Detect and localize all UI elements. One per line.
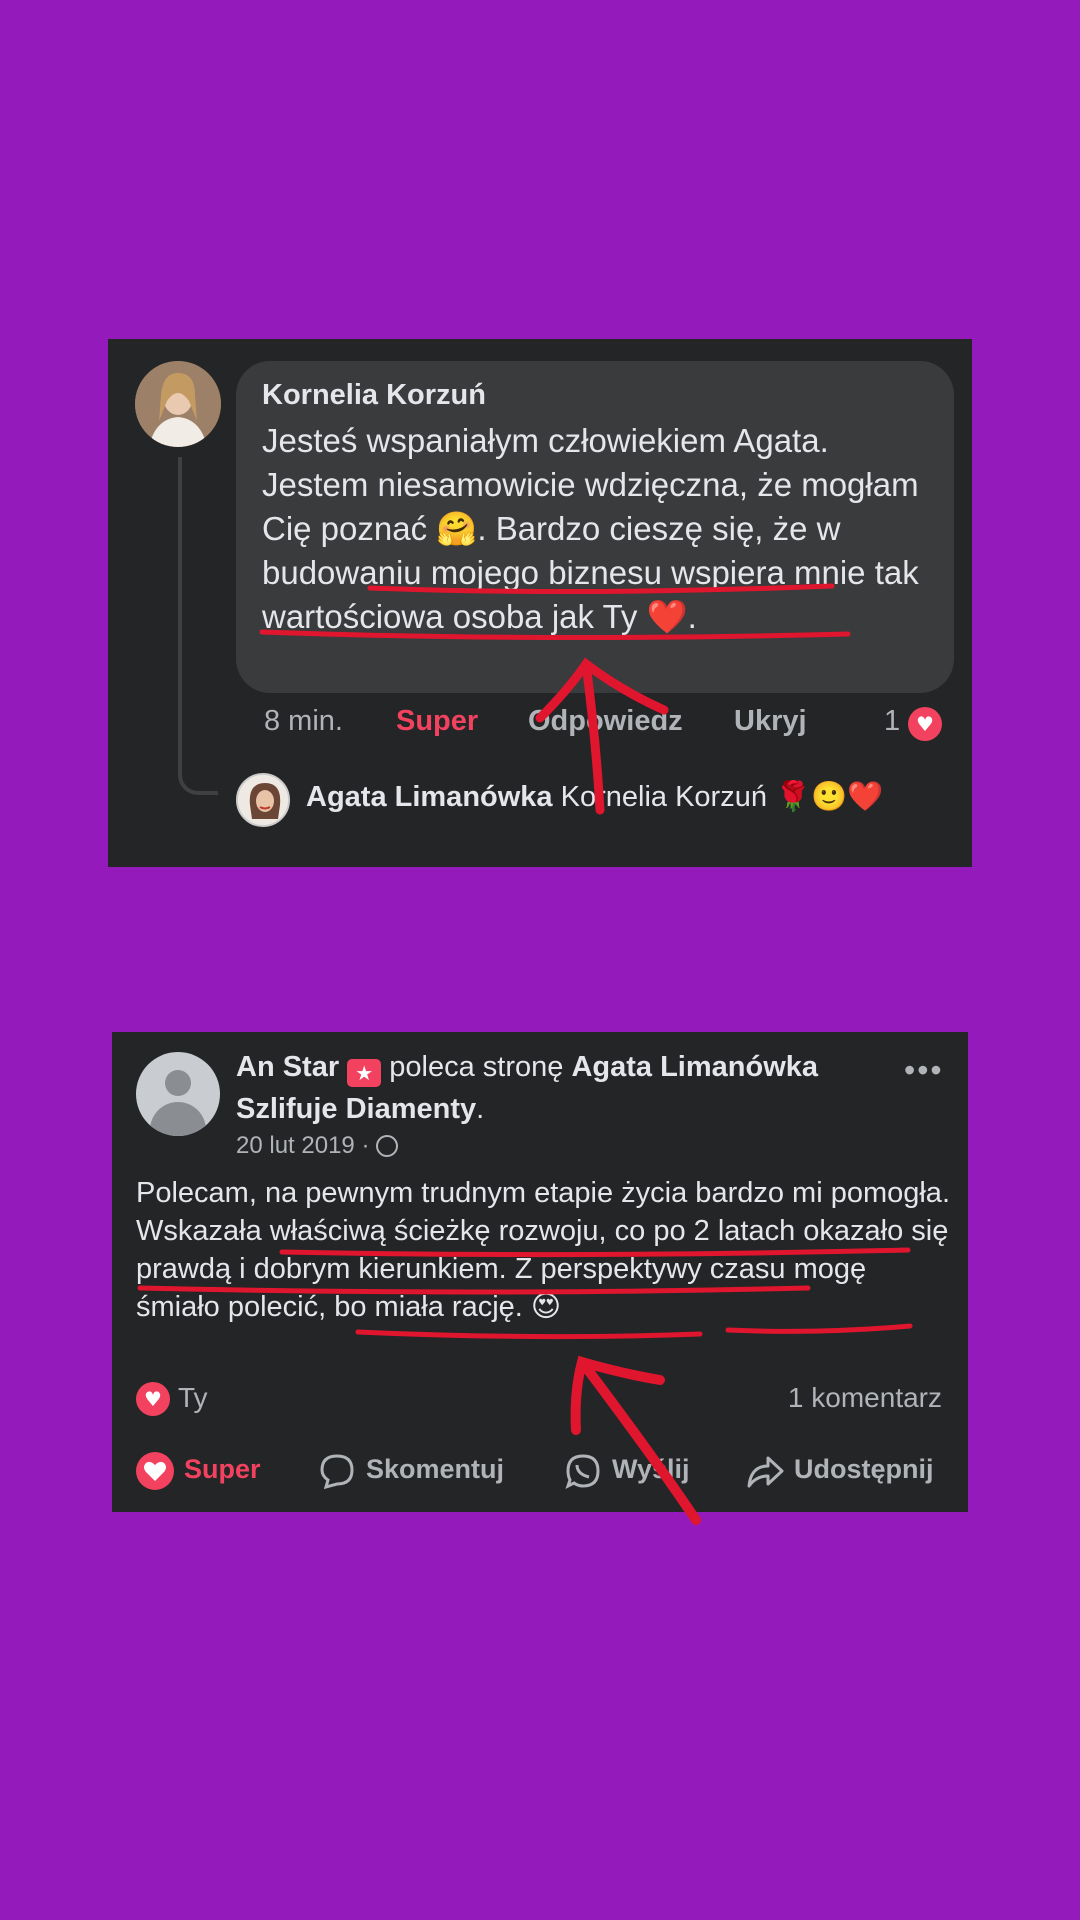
post-author-avatar[interactable] <box>136 1052 220 1136</box>
comment-text: Jesteś wspaniałym człowiekiem Agata. Jes… <box>262 422 919 635</box>
comment-bubble: Kornelia Korzuń Jesteś wspaniałym człowi… <box>236 361 954 693</box>
comment-reaction-count[interactable]: 1 <box>884 705 900 738</box>
reply-author[interactable]: Agata Limanówka <box>306 781 553 813</box>
share-icon <box>747 1456 784 1488</box>
more-options-icon[interactable]: ••• <box>904 1052 944 1089</box>
post-action: poleca stronę <box>389 1051 564 1083</box>
reply-avatar[interactable] <box>236 773 290 827</box>
share-label: Udostępnij <box>794 1454 934 1485</box>
reply-line: Agata Limanówka Kornelia Korzuń 🌹🙂❤️ <box>306 779 883 814</box>
star-badge-icon: ★ <box>347 1059 382 1087</box>
whatsapp-icon <box>565 1454 600 1489</box>
reply-emojis: 🌹🙂❤️ <box>775 779 884 813</box>
post-date[interactable]: 20 lut 2019 · <box>236 1132 369 1159</box>
post-text: Polecam, na pewnym trudnym etapie życia … <box>136 1177 950 1323</box>
share-button[interactable]: Udostępnij <box>746 1452 934 1490</box>
send-button[interactable]: Wyślij <box>564 1452 690 1490</box>
super-label: Super <box>184 1454 261 1485</box>
comment-icon <box>320 1454 354 1490</box>
comment-author[interactable]: Kornelia Korzuń <box>262 379 486 412</box>
annotation-overlay <box>137 583 913 1525</box>
comment-label: Skomentuj <box>366 1454 505 1485</box>
post-author[interactable]: An Star <box>236 1051 339 1083</box>
heart-icon <box>136 1452 174 1490</box>
comment-card: Kornelia Korzuń Jesteś wspaniałym człowi… <box>108 339 972 867</box>
comment-hide-button[interactable]: Ukryj <box>734 705 807 738</box>
heart-icon[interactable]: ♥ <box>136 1382 170 1416</box>
comment-time: 8 min. <box>264 705 343 737</box>
comment-like-button[interactable]: Super <box>396 705 478 738</box>
reply-mention[interactable]: Kornelia Korzuń <box>561 781 767 813</box>
comment-button[interactable]: Skomentuj <box>318 1452 504 1490</box>
post-action-bar: Super Skomentuj Wyślij Udostępnij <box>112 1442 968 1502</box>
post-date-line: 20 lut 2019 · <box>236 1132 399 1160</box>
post-header: An Star ★ poleca stronę Agata Limanówka … <box>236 1051 819 1125</box>
super-button[interactable]: Super <box>136 1452 261 1490</box>
post-reaction-label[interactable]: Ty <box>178 1382 208 1414</box>
post-comments-count[interactable]: 1 komentarz <box>788 1382 942 1414</box>
recommendation-post: An Star ★ poleca stronę Agata Limanówka … <box>112 1032 968 1512</box>
heart-icon[interactable]: ♥ <box>908 707 942 741</box>
thread-line <box>178 457 218 795</box>
globe-icon <box>376 1135 399 1157</box>
comment-reply-button[interactable]: Odpowiedz <box>528 705 683 738</box>
commenter-avatar[interactable] <box>135 361 221 447</box>
send-label: Wyślij <box>612 1454 690 1485</box>
